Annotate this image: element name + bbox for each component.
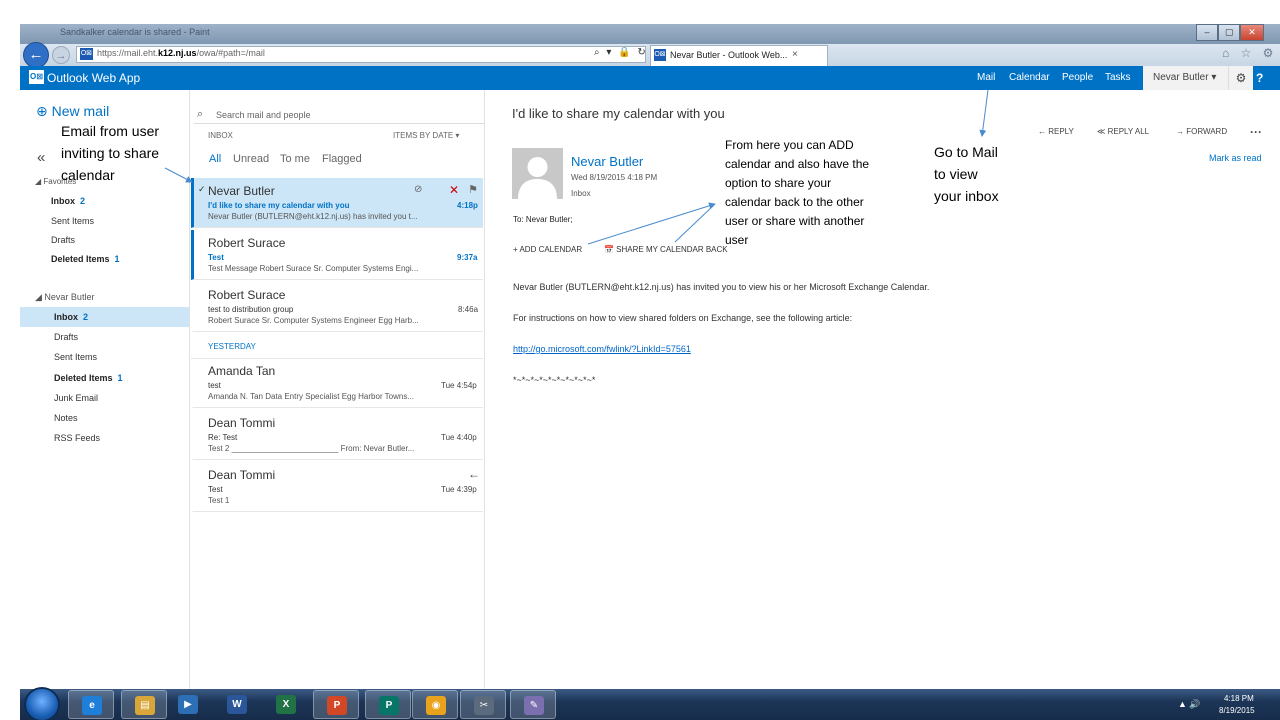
taskbar-paint-button[interactable]: ✎ [510,690,556,719]
word-icon: W [227,695,247,714]
taskbar-chrome-button[interactable]: ◉ [412,690,458,719]
arrow-to-message [164,167,193,183]
taskbar-snipping-tool-button[interactable]: ✂ [460,690,506,719]
arrow-to-mail-nav [979,89,989,137]
snipping-tool-icon: ✂ [474,696,494,715]
start-button[interactable] [26,689,58,720]
taskbar-file-explorer-button[interactable]: ▤ [121,690,167,719]
file-explorer-icon: ▤ [135,696,155,715]
excel-icon: X [276,695,296,714]
clock-date[interactable]: 8/19/2015 [1219,706,1255,715]
taskbar-powerpoint-button[interactable]: P [313,690,359,719]
chrome-icon: ◉ [426,696,446,715]
annotation-arrows [164,89,989,245]
arrow-to-share-calendar [674,205,714,243]
taskbar-media-player-button[interactable]: ▶ [165,690,211,719]
paint-icon: ✎ [524,696,544,715]
system-tray-icons[interactable]: ▲ 🔊 [1178,699,1201,710]
internet-explorer-icon: e [82,696,102,715]
clock-time[interactable]: 4:18 PM [1224,694,1254,703]
taskbar-word-button[interactable]: W [214,690,260,719]
taskbar-publisher-button[interactable]: P [365,690,411,719]
powerpoint-icon: P [327,696,347,715]
publisher-icon: P [379,696,399,715]
taskbar-internet-explorer-button[interactable]: e [68,690,114,719]
arrow-to-add-calendar [587,202,716,245]
media-player-icon: ▶ [178,695,198,714]
taskbar-excel-button[interactable]: X [263,690,309,719]
